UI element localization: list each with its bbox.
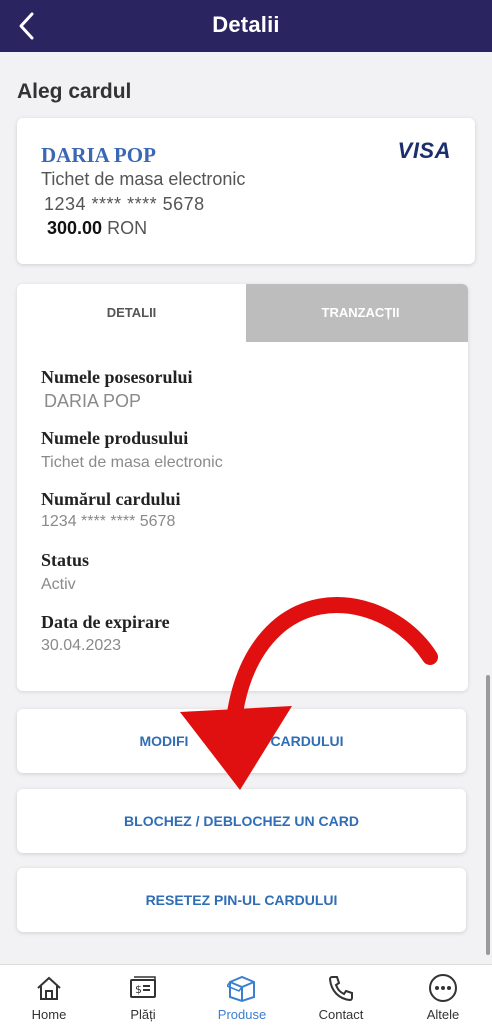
modify-button-label-end: CARDULUI — [270, 733, 344, 749]
more-icon — [429, 974, 457, 1002]
home-icon — [37, 976, 61, 1000]
reset-pin-button[interactable]: RESETEZ PIN-UL CARDULUI — [17, 868, 466, 932]
tab-transactions[interactable]: TRANZACȚII — [246, 284, 468, 342]
svg-text:$: $ — [135, 983, 142, 996]
payments-icon: $ — [130, 976, 156, 998]
phone-icon — [328, 976, 353, 1002]
nav-more-label: Altele — [426, 1007, 460, 1022]
nav-home[interactable]: Home — [0, 965, 98, 1025]
card-number: 1234 **** **** 5678 — [44, 194, 205, 214]
card-balance: 300.00 RON — [47, 218, 147, 239]
box-icon — [227, 975, 255, 1003]
scrollbar[interactable] — [486, 675, 490, 955]
nav-payments-label: Plăți — [130, 1007, 156, 1022]
tab-bar: DETALII TRANZACȚII — [17, 284, 468, 342]
nav-products-label: Produse — [217, 1007, 267, 1022]
status-label: Status — [41, 550, 90, 570]
nav-contact-label: Contact — [318, 1007, 364, 1022]
modify-button-label-start: MODIFI — [139, 733, 189, 749]
expiry-value: 30.04.2023 — [41, 637, 122, 654]
status-value: Activ — [41, 576, 76, 593]
block-unblock-card-button[interactable]: BLOCHEZ / DEBLOCHEZ UN CARD — [17, 789, 466, 853]
nav-home-label: Home — [31, 1007, 67, 1022]
expiry-label: Data de expirare — [41, 612, 170, 632]
balance-amount: 300.00 — [47, 218, 103, 238]
tab-details[interactable]: DETALII — [17, 284, 246, 342]
details-panel: DETALII TRANZACȚII Numele posesorului DA… — [17, 284, 468, 691]
modify-card-limits-button[interactable]: MODIFI CARDULUI — [17, 709, 466, 773]
holder-label: Numele posesorului — [41, 367, 193, 387]
nav-products[interactable]: Produse — [193, 965, 291, 1025]
nav-contact[interactable]: Contact — [292, 965, 390, 1025]
visa-logo: VISA — [397, 138, 451, 163]
product-value: Tichet de masa electronic — [41, 454, 223, 471]
top-header: Detalii — [0, 0, 492, 52]
section-title: Aleg cardul — [17, 80, 132, 103]
nav-payments[interactable]: $ Plăți — [94, 965, 192, 1025]
bottom-navigation: Home $ Plăți Produse Contact Altele — [0, 964, 492, 1025]
page-title: Detalii — [212, 12, 280, 37]
card-holder-name: DARIA POP — [41, 143, 156, 167]
card-number-label: Numărul cardului — [41, 489, 181, 509]
holder-value: DARIA POP — [44, 391, 142, 411]
card-number-value: 1234 **** **** 5678 — [41, 513, 176, 530]
card-product: Tichet de masa electronic — [41, 169, 246, 189]
nav-more[interactable]: Altele — [394, 965, 492, 1025]
product-label: Numele produsului — [41, 428, 189, 448]
balance-currency: RON — [107, 218, 148, 238]
selected-card[interactable]: DARIA POP VISA Tichet de masa electronic… — [17, 118, 475, 264]
